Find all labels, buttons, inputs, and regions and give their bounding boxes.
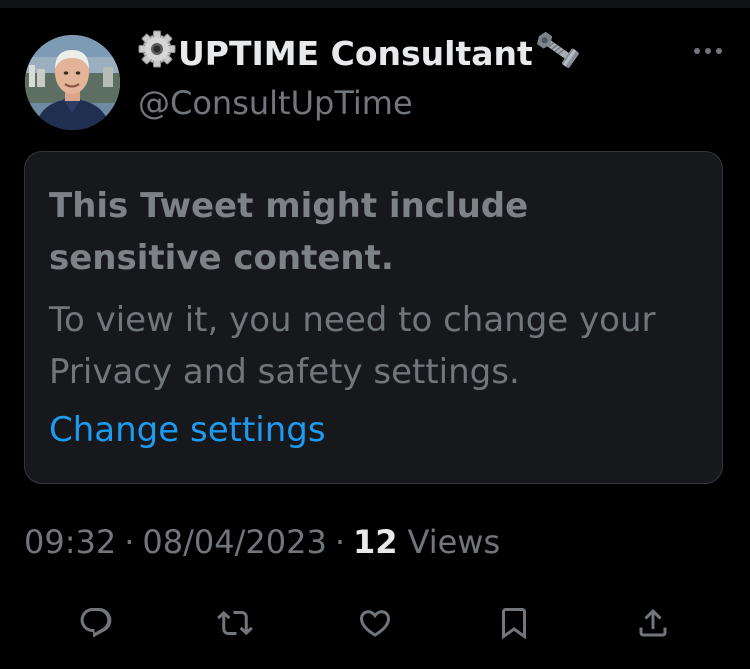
reply-button[interactable]: [71, 598, 121, 648]
tweet-meta: 09:32 · 08/04/2023 · 12 Views: [24, 519, 500, 565]
author-avatar[interactable]: [25, 35, 120, 130]
retweet-icon: [217, 610, 253, 636]
views-count: 12: [353, 523, 398, 561]
retweet-button[interactable]: [210, 598, 260, 648]
bookmark-icon: [502, 608, 526, 640]
meta-separator: ·: [334, 523, 345, 561]
share-button[interactable]: [628, 598, 678, 648]
meta-separator: ·: [124, 523, 135, 561]
nut-and-bolt-emoji-icon: [535, 29, 581, 77]
gear-emoji-icon: [138, 30, 176, 76]
tweet-date[interactable]: 08/04/2023: [142, 523, 326, 561]
tweet-time[interactable]: 09:32: [24, 523, 116, 561]
more-options-icon: [694, 48, 722, 54]
author-handle[interactable]: @ConsultUpTime: [138, 84, 413, 122]
bookmark-button[interactable]: [489, 598, 539, 648]
share-icon: [639, 608, 667, 637]
like-button[interactable]: [350, 598, 400, 648]
sensitive-content-notice: This Tweet might include sensitive conte…: [24, 151, 723, 484]
change-settings-link[interactable]: Change settings: [49, 404, 326, 456]
tweet-actions-bar: [0, 598, 750, 648]
notice-body: To view it, you need to change your Priv…: [49, 300, 656, 392]
more-options-button[interactable]: [690, 36, 726, 66]
heart-icon: [359, 610, 391, 637]
top-divider: [0, 0, 750, 8]
author-display-name[interactable]: UPTIME Consultant: [138, 30, 581, 76]
reply-icon: [80, 608, 112, 638]
notice-title: This Tweet might include sensitive conte…: [49, 186, 529, 278]
views-label: Views: [407, 523, 501, 561]
author-name-text: UPTIME Consultant: [178, 33, 533, 73]
